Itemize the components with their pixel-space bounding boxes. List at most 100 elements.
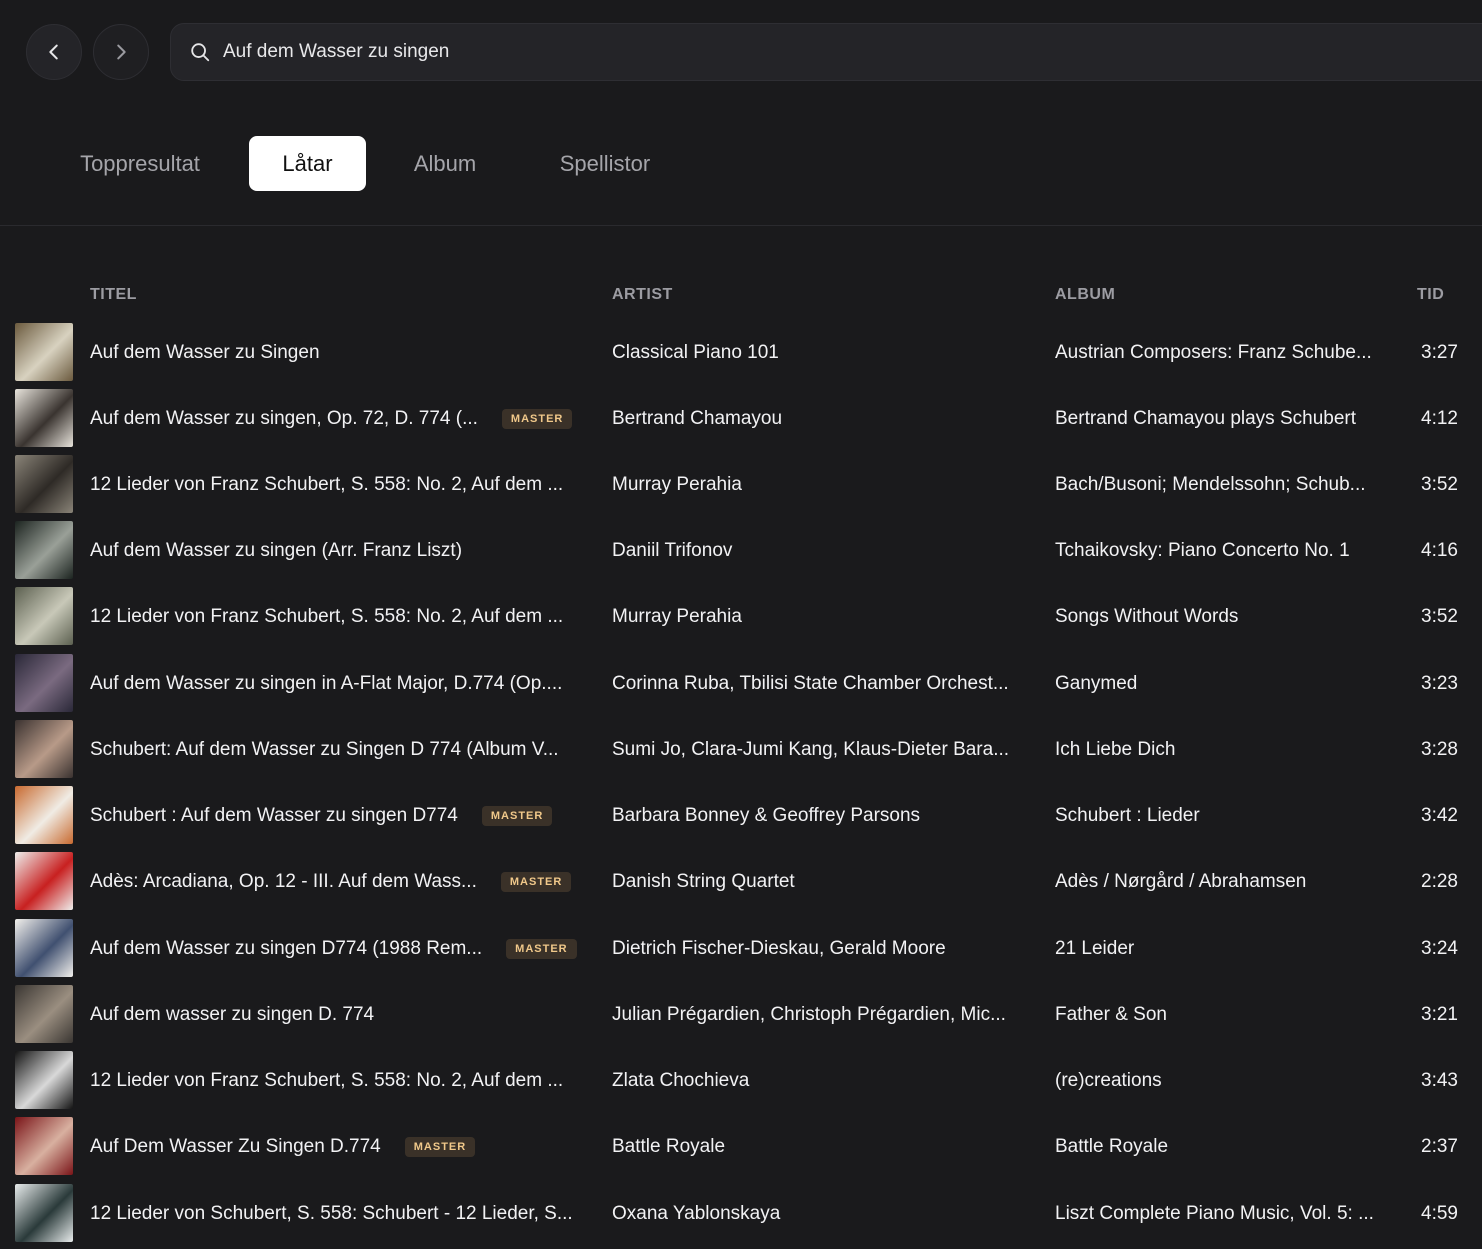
track-album[interactable]: Ganymed	[1055, 654, 1395, 714]
track-duration: 2:37	[1421, 1136, 1458, 1157]
tab-bar: Toppresultat Låtar Album Spellistor	[0, 136, 1482, 191]
album-cover-thumbnail[interactable]	[15, 1051, 73, 1109]
track-title[interactable]: 12 Lieder von Franz Schubert, S. 558: No…	[90, 606, 563, 628]
column-header-album[interactable]: ALBUM	[1055, 286, 1115, 304]
track-title[interactable]: Auf dem Wasser zu Singen	[90, 342, 320, 364]
track-row[interactable]: Schubert: Auf dem Wasser zu Singen D 774…	[0, 720, 1482, 780]
album-cover-thumbnail[interactable]	[15, 1184, 73, 1242]
track-artist[interactable]: Barbara Bonney & Geoffrey Parsons	[612, 786, 1032, 846]
track-title[interactable]: Auf dem Wasser zu singen D774 (1988 Rem.…	[90, 938, 482, 960]
track-row[interactable]: 12 Lieder von Schubert, S. 558: Schubert…	[0, 1184, 1482, 1244]
master-badge: MASTER	[501, 409, 573, 429]
track-album[interactable]: Bach/Busoni; Mendelssohn; Schub...	[1055, 455, 1395, 515]
track-artist[interactable]: Murray Perahia	[612, 455, 1032, 515]
back-button[interactable]	[26, 24, 82, 80]
track-title[interactable]: 12 Lieder von Franz Schubert, S. 558: No…	[90, 1070, 563, 1092]
track-artist[interactable]: Daniil Trifonov	[612, 521, 1032, 581]
album-cover-thumbnail[interactable]	[15, 786, 73, 844]
tab-toppresultat[interactable]: Toppresultat	[60, 136, 220, 191]
search-input[interactable]	[223, 41, 1123, 63]
track-album[interactable]: Father & Son	[1055, 985, 1395, 1045]
album-cover-thumbnail[interactable]	[15, 852, 73, 910]
track-album[interactable]: Liszt Complete Piano Music, Vol. 5: ...	[1055, 1184, 1395, 1244]
track-duration: 3:28	[1421, 739, 1458, 760]
tab-latar[interactable]: Låtar	[249, 136, 366, 191]
track-album[interactable]: Tchaikovsky: Piano Concerto No. 1	[1055, 521, 1395, 581]
track-title[interactable]: 12 Lieder von Franz Schubert, S. 558: No…	[90, 474, 563, 496]
track-title[interactable]: Adès: Arcadiana, Op. 12 - III. Auf dem W…	[90, 871, 477, 893]
track-artist[interactable]: Corinna Ruba, Tbilisi State Chamber Orch…	[612, 654, 1032, 714]
album-cover-thumbnail[interactable]	[15, 919, 73, 977]
tab-album[interactable]: Album	[395, 136, 495, 191]
track-title[interactable]: 12 Lieder von Schubert, S. 558: Schubert…	[90, 1203, 573, 1225]
track-title[interactable]: Auf dem Wasser zu singen (Arr. Franz Lis…	[90, 540, 462, 562]
track-album[interactable]: Ich Liebe Dich	[1055, 720, 1395, 780]
album-cover-thumbnail[interactable]	[15, 985, 73, 1043]
track-row[interactable]: Auf dem Wasser zu singen, Op. 72, D. 774…	[0, 389, 1482, 449]
track-row[interactable]: Auf dem Wasser zu singen D774 (1988 Rem.…	[0, 919, 1482, 979]
track-title[interactable]: Auf dem wasser zu singen D. 774	[90, 1004, 374, 1026]
album-cover-thumbnail[interactable]	[15, 455, 73, 513]
track-duration: 3:52	[1421, 474, 1458, 495]
track-artist[interactable]: Zlata Chochieva	[612, 1051, 1032, 1111]
track-title[interactable]: Auf dem Wasser zu singen in A-Flat Major…	[90, 673, 562, 695]
track-artist[interactable]: Bertrand Chamayou	[612, 389, 1032, 449]
track-album[interactable]: Battle Royale	[1055, 1117, 1395, 1177]
track-duration: 4:59	[1421, 1203, 1458, 1224]
track-row[interactable]: Auf dem wasser zu singen D. 774 Julian Pr…	[0, 985, 1482, 1045]
column-header-artist[interactable]: ARTIST	[612, 286, 673, 304]
track-album[interactable]: Austrian Composers: Franz Schube...	[1055, 323, 1395, 383]
album-cover-thumbnail[interactable]	[15, 521, 73, 579]
track-title[interactable]: Auf Dem Wasser Zu Singen D.774	[90, 1136, 381, 1158]
track-album[interactable]: Adès / Nørgård / Abrahamsen	[1055, 852, 1395, 912]
track-row[interactable]: 12 Lieder von Franz Schubert, S. 558: No…	[0, 1051, 1482, 1111]
track-album[interactable]: (re)creations	[1055, 1051, 1395, 1111]
track-title[interactable]: Schubert: Auf dem Wasser zu Singen D 774…	[90, 739, 559, 761]
track-row[interactable]: Schubert : Auf dem Wasser zu singen D774…	[0, 786, 1482, 846]
search-bar[interactable]	[170, 23, 1482, 81]
track-album[interactable]: Bertrand Chamayou plays Schubert	[1055, 389, 1395, 449]
tab-spellistor[interactable]: Spellistor	[540, 136, 670, 191]
track-duration: 3:23	[1421, 673, 1458, 694]
track-row[interactable]: 12 Lieder von Franz Schubert, S. 558: No…	[0, 587, 1482, 647]
column-header-time[interactable]: TID	[1417, 286, 1444, 304]
album-cover-thumbnail[interactable]	[15, 587, 73, 645]
master-badge: MASTER	[500, 872, 572, 892]
track-row[interactable]: Auf dem Wasser zu singen (Arr. Franz Lis…	[0, 521, 1482, 581]
track-row[interactable]: Auf Dem Wasser Zu Singen D.774 MASTER Batt…	[0, 1117, 1482, 1177]
track-artist[interactable]: Oxana Yablonskaya	[612, 1184, 1032, 1244]
track-duration: 3:42	[1421, 805, 1458, 826]
search-icon	[191, 43, 210, 62]
track-artist[interactable]: Classical Piano 101	[612, 323, 1032, 383]
track-album[interactable]: Schubert : Lieder	[1055, 786, 1395, 846]
track-duration: 3:27	[1421, 342, 1458, 363]
track-row[interactable]: Adès: Arcadiana, Op. 12 - III. Auf dem W…	[0, 852, 1482, 912]
master-badge: MASTER	[506, 939, 577, 959]
track-title[interactable]: Schubert : Auf dem Wasser zu singen D774	[90, 805, 458, 827]
track-duration: 2:28	[1421, 871, 1458, 892]
track-row[interactable]: 12 Lieder von Franz Schubert, S. 558: No…	[0, 455, 1482, 515]
album-cover-thumbnail[interactable]	[15, 323, 73, 381]
track-duration: 4:16	[1421, 540, 1458, 561]
track-artist[interactable]: Julian Prégardien, Christoph Prégardien,…	[612, 985, 1032, 1045]
album-cover-thumbnail[interactable]	[15, 1117, 73, 1175]
track-artist[interactable]: Danish String Quartet	[612, 852, 1032, 912]
track-artist[interactable]: Battle Royale	[612, 1117, 1032, 1177]
forward-button[interactable]	[93, 24, 149, 80]
track-album[interactable]: 21 Leider	[1055, 919, 1395, 979]
track-row[interactable]: Auf dem Wasser zu singen in A-Flat Major…	[0, 654, 1482, 714]
column-header-title[interactable]: TITEL	[90, 286, 137, 304]
track-duration: 4:12	[1421, 408, 1458, 429]
track-duration: 3:52	[1421, 606, 1458, 627]
track-album[interactable]: Songs Without Words	[1055, 587, 1395, 647]
track-artist[interactable]: Dietrich Fischer-Dieskau, Gerald Moore	[612, 919, 1032, 979]
album-cover-thumbnail[interactable]	[15, 389, 73, 447]
chevron-left-icon	[49, 44, 58, 60]
track-row[interactable]: Auf dem Wasser zu Singen Classical Piano …	[0, 323, 1482, 383]
master-badge: MASTER	[404, 1137, 476, 1157]
album-cover-thumbnail[interactable]	[15, 720, 73, 778]
track-title[interactable]: Auf dem Wasser zu singen, Op. 72, D. 774…	[90, 408, 478, 430]
track-artist[interactable]: Sumi Jo, Clara-Jumi Kang, Klaus-Dieter B…	[612, 720, 1032, 780]
track-artist[interactable]: Murray Perahia	[612, 587, 1032, 647]
album-cover-thumbnail[interactable]	[15, 654, 73, 712]
